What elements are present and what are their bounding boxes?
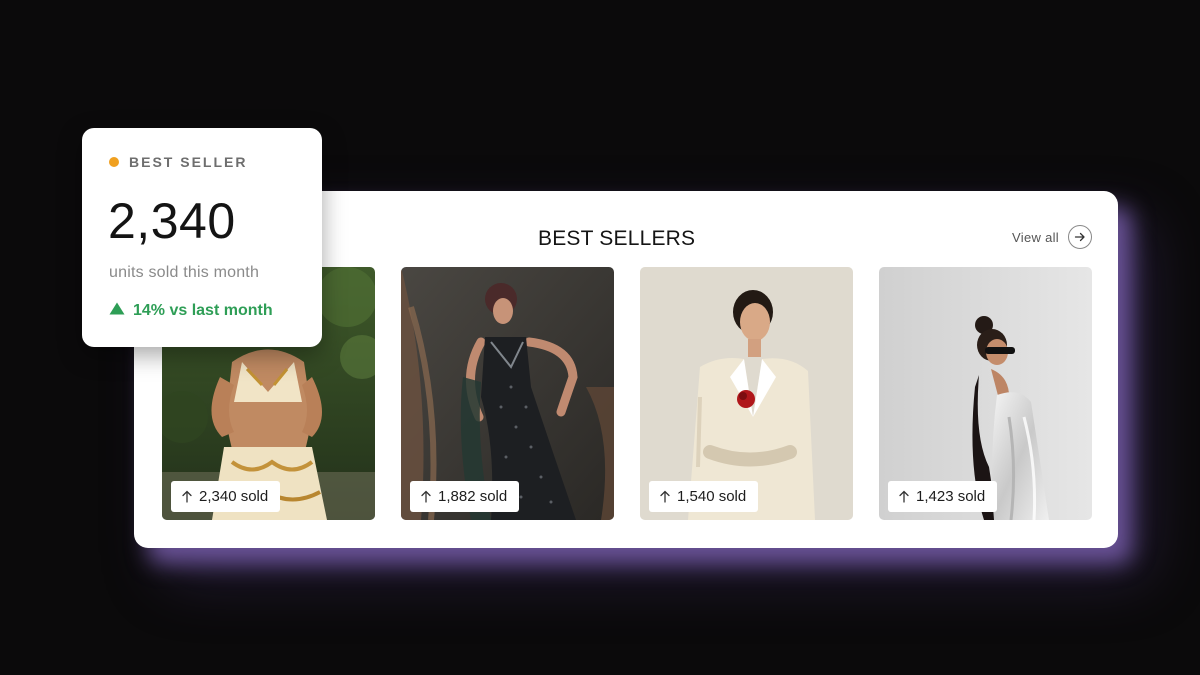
arrow-up-icon [420,490,432,503]
stage: BEST SELLERS View all 2,340 sold 1,882 s… [0,0,1200,675]
stat-value: 2,340 [108,193,236,249]
stat-subtitle: units sold this month [109,264,260,281]
stat-tag: BEST SELLER [109,154,247,170]
product-card-4[interactable]: 1,423 sold [879,267,1092,520]
sold-count: 1,423 sold [916,488,986,505]
arrow-up-icon [181,490,193,503]
triangle-up-icon [109,302,125,320]
sold-badge: 2,340 sold [171,481,281,512]
view-all-label: View all [1012,229,1059,245]
sold-count: 1,882 sold [438,488,508,505]
arrow-up-icon [898,490,910,503]
sold-badge: 1,540 sold [649,481,759,512]
arrow-up-icon [659,490,671,503]
status-dot-icon [109,157,119,167]
arrow-right-icon[interactable] [1068,225,1092,249]
sold-count: 2,340 sold [199,488,269,505]
sold-badge: 1,882 sold [410,481,520,512]
sold-badge: 1,423 sold [888,481,998,512]
product-card-3[interactable]: 1,540 sold [640,267,853,520]
stat-delta-text: 14% vs last month [133,302,273,319]
product-card-2[interactable]: 1,882 sold [401,267,614,520]
panel-title: BEST SELLERS [538,227,696,250]
view-all-link[interactable]: View all [1012,225,1092,249]
stat-delta: 14% vs last month [109,302,273,320]
stat-tag-label: BEST SELLER [129,154,248,170]
best-seller-stat-card: BEST SELLER 2,340 units sold this month … [82,128,322,347]
sold-count: 1,540 sold [677,488,747,505]
